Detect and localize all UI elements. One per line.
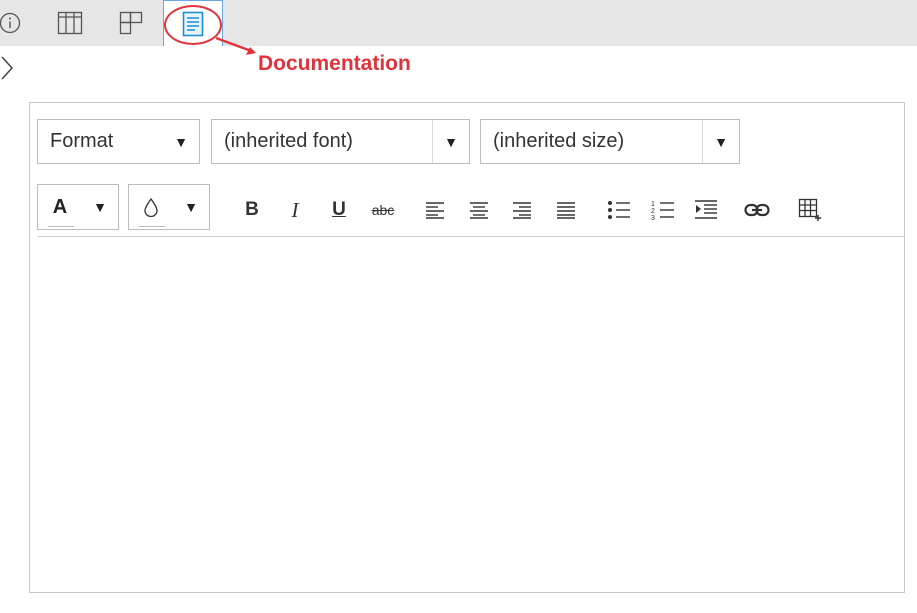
background-color-picker[interactable]: ▼ — [128, 184, 210, 230]
dropdown-arrow-icon: ▼ — [93, 199, 107, 215]
background-color-icon — [129, 185, 173, 229]
align-center-button[interactable] — [462, 195, 496, 225]
drop-icon — [144, 197, 158, 217]
font-color-icon: A — [38, 185, 82, 229]
dropdown-arrow-icon: ▼ — [444, 133, 458, 150]
link-icon — [744, 203, 770, 217]
insert-link-button[interactable] — [740, 195, 774, 225]
indent-icon — [695, 200, 717, 219]
bulleted-list-button[interactable] — [602, 195, 636, 225]
svg-text:1: 1 — [651, 201, 655, 208]
bold-button[interactable]: B — [235, 195, 269, 225]
background-color-swatch — [139, 226, 165, 227]
insert-table-button[interactable] — [793, 195, 827, 225]
font-color-picker[interactable]: A ▼ — [37, 184, 119, 230]
dropdown-arrow-icon: ▼ — [184, 199, 198, 215]
align-justify-icon — [557, 202, 575, 219]
editor-content-area[interactable] — [38, 237, 904, 592]
font-color-swatch — [48, 226, 74, 227]
underline-button[interactable]: U — [322, 195, 356, 225]
chevron-right-icon[interactable] — [0, 55, 14, 81]
layout-icon — [119, 11, 143, 35]
tab-columns[interactable] — [50, 0, 90, 46]
columns-icon — [57, 11, 83, 35]
numbered-list-icon: 1 2 3 — [651, 201, 674, 221]
info-icon — [0, 12, 21, 34]
app-root: Documentation Format ▼ (inherited font) … — [0, 0, 917, 613]
justify-button[interactable] — [549, 195, 583, 225]
tab-layout[interactable] — [111, 0, 151, 46]
numbered-list-button[interactable]: 1 2 3 — [646, 195, 680, 225]
align-center-icon — [470, 202, 488, 219]
dropdown-arrow-icon: ▼ — [714, 133, 728, 150]
documentation-editor: Format ▼ (inherited font) ▼ (inherited s… — [29, 102, 905, 593]
font-color-label: A — [52, 195, 68, 218]
font-family-select[interactable]: (inherited font) ▼ — [211, 119, 470, 164]
font-size-select[interactable]: (inherited size) ▼ — [480, 119, 740, 164]
align-left-icon — [426, 202, 444, 219]
font-size-select-value: (inherited size) — [493, 130, 625, 152]
callout-arrow-icon — [215, 36, 256, 55]
panel-tab-bar — [0, 0, 917, 46]
strikethrough-button[interactable]: abc — [366, 195, 400, 225]
indent-button[interactable] — [689, 195, 723, 225]
svg-text:2: 2 — [651, 208, 655, 215]
bulleted-list-icon — [608, 201, 630, 219]
format-select[interactable]: Format ▼ — [37, 119, 200, 164]
callout-label: Documentation — [258, 52, 411, 75]
italic-button[interactable]: I — [278, 195, 312, 225]
tab-info[interactable] — [0, 0, 30, 46]
font-family-select-value: (inherited font) — [224, 130, 353, 152]
format-select-value: Format — [50, 130, 114, 152]
insert-table-icon — [798, 198, 821, 221]
align-left-button[interactable] — [418, 195, 452, 225]
align-right-icon — [513, 202, 531, 219]
document-icon — [182, 11, 204, 36]
align-right-button[interactable] — [505, 195, 539, 225]
svg-text:3: 3 — [651, 215, 655, 221]
dropdown-arrow-icon: ▼ — [174, 133, 188, 150]
